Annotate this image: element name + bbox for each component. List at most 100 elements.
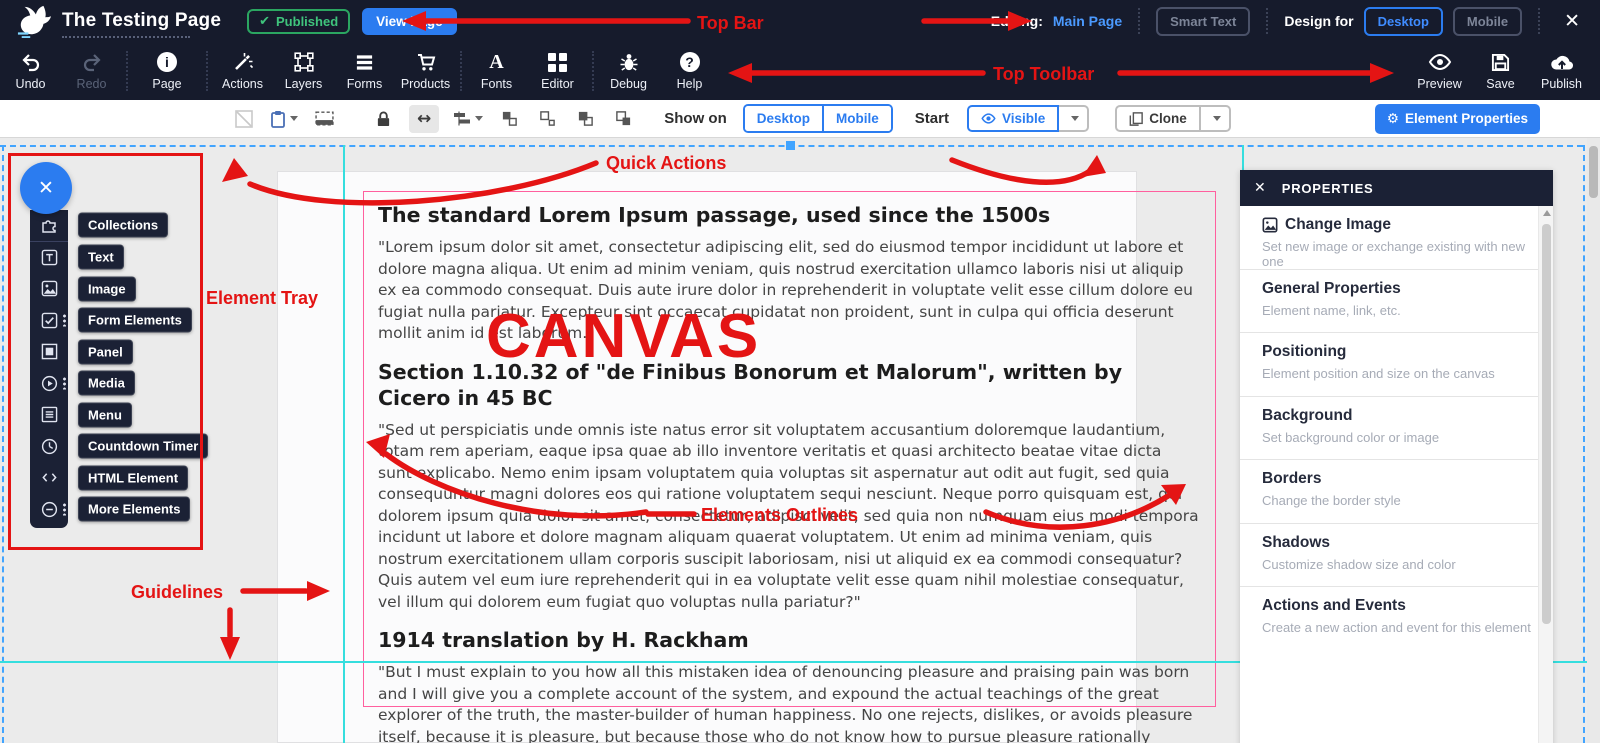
view-page-button[interactable]: View Page	[362, 8, 457, 35]
image-icon	[1262, 217, 1278, 233]
toolbar-save[interactable]: Save	[1470, 51, 1531, 91]
toolbar-fonts[interactable]: A Fonts	[466, 51, 527, 91]
editing-page-link[interactable]: Main Page	[1053, 13, 1122, 29]
floppy-icon	[1491, 51, 1510, 73]
selection-outline-right	[1583, 145, 1585, 743]
window-scrollbar[interactable]	[1587, 138, 1600, 743]
start-state-split-button: Visible	[967, 105, 1089, 132]
layers-icon	[294, 51, 314, 73]
send-to-back-icon[interactable]	[611, 105, 635, 133]
selection-outline-left	[2, 145, 4, 743]
deselect-icon[interactable]	[232, 105, 256, 133]
toolbar-undo[interactable]: Undo	[0, 51, 61, 91]
properties-item-background[interactable]: Background Set background color or image	[1240, 397, 1553, 461]
properties-item-general[interactable]: General Properties Element name, link, e…	[1240, 270, 1553, 334]
separator	[206, 51, 208, 91]
visible-button[interactable]: Visible	[967, 105, 1059, 132]
separator	[1138, 8, 1140, 34]
magic-wand-icon	[233, 51, 253, 73]
page-title[interactable]: The Testing Page	[62, 10, 221, 31]
vertical-guideline[interactable]	[343, 145, 345, 743]
toolbar-preview[interactable]: Preview	[1409, 51, 1470, 91]
quick-actions-bar: ↔ Show on Desktop Mobile Start Visible C…	[0, 100, 1600, 138]
canvas-workspace[interactable]: The standard Lorem Ipsum passage, used s…	[0, 138, 1600, 743]
toolbar-page[interactable]: i Page	[132, 51, 202, 91]
separator	[126, 51, 128, 91]
text-element[interactable]: The standard Lorem Ipsum passage, used s…	[363, 191, 1216, 707]
separator	[460, 51, 462, 91]
window-scrollbar-thumb[interactable]	[1589, 146, 1598, 198]
font-icon: A	[489, 51, 503, 73]
clone-button[interactable]: Clone	[1115, 105, 1201, 132]
canvas-paragraph-3[interactable]: "But I must explain to you how all this …	[378, 662, 1199, 743]
show-on-label: Show on	[664, 110, 727, 127]
editing-label: Editing:	[991, 13, 1043, 29]
design-desktop-button[interactable]: Desktop	[1364, 7, 1443, 36]
properties-item-borders[interactable]: Borders Change the border style	[1240, 460, 1553, 524]
separator	[1538, 8, 1540, 34]
scroll-up-icon[interactable]	[1543, 210, 1551, 216]
canvas-heading-1[interactable]: The standard Lorem Ipsum passage, used s…	[378, 202, 1199, 228]
toolbar-products[interactable]: Products	[395, 51, 456, 91]
selection-resize-handle[interactable]	[786, 141, 795, 150]
properties-item-positioning[interactable]: Positioning Element position and size on…	[1240, 333, 1553, 397]
properties-item-shadows[interactable]: Shadows Customize shadow size and color	[1240, 524, 1553, 588]
canvas-paragraph-2[interactable]: "Sed ut perspiciatis unde omnis iste nat…	[378, 420, 1199, 614]
toolbar-layers[interactable]: Layers	[273, 51, 334, 91]
copy-icon	[1129, 112, 1143, 126]
design-mobile-button[interactable]: Mobile	[1453, 7, 1522, 36]
toolbar-publish[interactable]: Publish	[1531, 51, 1592, 91]
close-editor-icon[interactable]: ✕	[1556, 10, 1588, 32]
show-on-segment: Desktop Mobile	[743, 104, 893, 133]
properties-item-change-image[interactable]: Change Image Set new image or exchange e…	[1240, 206, 1553, 270]
canvas-heading-3[interactable]: 1914 translation by H. Rackham	[378, 627, 1199, 653]
toolbar-redo[interactable]: Redo	[61, 51, 122, 91]
caret-down-icon[interactable]	[290, 116, 298, 121]
toolbar-debug[interactable]: Debug	[598, 51, 659, 91]
canvas-heading-2[interactable]: Section 1.10.32 of "de Finibus Bonorum e…	[378, 359, 1199, 411]
top-bar: The Testing Page ✔ Published View Page E…	[0, 0, 1600, 42]
groove-logo[interactable]	[14, 4, 54, 38]
published-badge: ✔ Published	[247, 9, 350, 34]
properties-scrollbar[interactable]	[1538, 206, 1553, 743]
properties-item-actions-events[interactable]: Actions and Events Create a new action a…	[1240, 587, 1553, 651]
top-toolbar: Undo Redo i Page Actions Layers Forms Pr…	[0, 42, 1600, 100]
list-icon	[355, 51, 374, 73]
toolbar-help[interactable]: ? Help	[659, 51, 720, 91]
design-for-label: Design for	[1284, 13, 1353, 29]
canvas-paragraph-1[interactable]: "Lorem ipsum dolor sit amet, consectetur…	[378, 237, 1199, 345]
element-properties-button[interactable]: ⚙ Element Properties	[1375, 104, 1540, 134]
bring-forward-icon[interactable]	[497, 105, 521, 133]
close-properties-icon[interactable]: ✕	[1254, 180, 1266, 196]
toolbar-actions[interactable]: Actions	[212, 51, 273, 91]
toolbar-forms[interactable]: Forms	[334, 51, 395, 91]
show-on-mobile-button[interactable]: Mobile	[824, 106, 891, 131]
toolbar-editor[interactable]: Editor	[527, 51, 588, 91]
smart-text-button[interactable]: Smart Text	[1156, 7, 1250, 36]
stretch-horizontal-icon[interactable]: ↔	[409, 105, 439, 133]
show-on-desktop-button[interactable]: Desktop	[745, 106, 822, 131]
send-backward-icon[interactable]	[535, 105, 559, 133]
visible-dropdown-caret[interactable]	[1059, 105, 1089, 132]
eye-icon	[1428, 51, 1452, 73]
bring-to-front-icon[interactable]	[573, 105, 597, 133]
properties-header: ✕ PROPERTIES	[1240, 170, 1553, 206]
element-tray-annotation-rectangle	[8, 153, 203, 550]
help-icon: ?	[680, 51, 700, 73]
clone-dropdown-caret[interactable]	[1201, 105, 1231, 132]
lock-icon[interactable]	[371, 105, 395, 133]
redo-icon	[82, 51, 102, 73]
dock-bottom-icon[interactable]	[312, 105, 336, 133]
bug-icon	[619, 51, 639, 73]
grid-icon	[548, 51, 567, 73]
align-icon[interactable]	[453, 105, 483, 133]
separator	[592, 51, 594, 91]
caret-down-icon[interactable]	[475, 116, 483, 121]
properties-scrollbar-thumb[interactable]	[1542, 224, 1551, 624]
properties-panel: ✕ PROPERTIES Change Image Set new image …	[1240, 170, 1553, 743]
page-title-underline	[62, 36, 190, 38]
paste-icon[interactable]	[270, 105, 298, 133]
published-label: Published	[276, 14, 338, 29]
undo-icon	[21, 51, 41, 73]
separator	[1266, 8, 1268, 34]
